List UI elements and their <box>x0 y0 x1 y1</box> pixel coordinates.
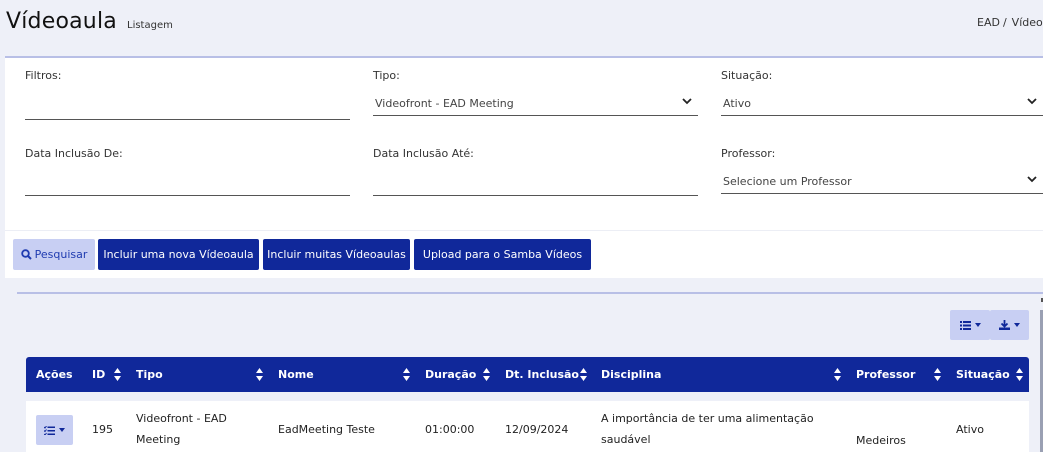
download-icon <box>999 320 1010 330</box>
column-header-tipo[interactable]: Tipo <box>136 357 163 392</box>
sort-icon[interactable] <box>114 368 121 381</box>
sort-icon[interactable] <box>403 368 410 381</box>
sort-icon[interactable] <box>934 368 941 381</box>
filter-actions: Pesquisar Incluir uma nova Vídeoaula Inc… <box>5 230 1043 278</box>
upload-samba-button-label: Upload para o Samba Vídeos <box>422 248 583 261</box>
cell-dt-inclusao: 12/09/2024 <box>505 423 569 436</box>
column-header-nome[interactable]: Nome <box>278 357 314 392</box>
filter-label-data-ate: Data Inclusão Até: <box>373 147 474 160</box>
professor-select[interactable]: Selecione um Professor <box>721 168 1043 194</box>
breadcrumb-separator: / <box>1002 16 1007 29</box>
caret-down-icon <box>1014 323 1020 327</box>
caret-down-icon <box>59 428 65 432</box>
situacao-select-value: Ativo <box>723 97 751 110</box>
chevron-down-icon <box>682 98 692 105</box>
add-video-button[interactable]: Incluir uma nova Vídeoaula <box>98 239 259 270</box>
search-button[interactable]: Pesquisar <box>13 239 95 270</box>
chevron-down-icon <box>1027 176 1037 183</box>
search-icon <box>20 249 32 260</box>
cell-professor: Medeiros <box>856 434 906 447</box>
sort-icon[interactable] <box>483 368 490 381</box>
situacao-select[interactable]: Ativo <box>721 90 1043 116</box>
cell-tipo: Videofront - EAD Meeting <box>136 412 227 446</box>
sort-icon[interactable] <box>1016 368 1023 381</box>
sort-icon[interactable] <box>256 368 263 381</box>
section-divider <box>17 292 1043 294</box>
list-icon <box>959 320 971 330</box>
filter-card: Filtros: Tipo: Videofront - EAD Meeting … <box>5 56 1043 278</box>
column-header-duracao[interactable]: Duração <box>425 357 476 392</box>
breadcrumb: EAD / Vídeo <box>977 16 1043 29</box>
cell-disciplina: A importância de ter uma alimentação sau… <box>601 412 814 446</box>
professor-select-value: Selecione um Professor <box>723 175 852 188</box>
column-header-id[interactable]: ID <box>92 357 105 392</box>
tipo-select-value: Videofront - EAD Meeting <box>375 97 514 110</box>
column-header-dt-inclusao[interactable]: Dt. Inclusão <box>505 357 579 392</box>
page-title: Vídeoaula <box>6 9 117 34</box>
columns-toggle-button[interactable] <box>950 310 990 340</box>
page-header: Vídeoaula Listagem EAD / Vídeo <box>0 0 1043 56</box>
sort-icon[interactable] <box>834 368 841 381</box>
row-actions-button[interactable] <box>36 415 73 445</box>
chevron-down-icon <box>1027 98 1037 105</box>
data-inclusao-ate-input[interactable] <box>373 170 698 196</box>
table-header: Ações ID Tipo Nome Duração Dt. Inclusão … <box>26 357 1029 392</box>
breadcrumb-item-video[interactable]: Vídeo <box>1012 16 1043 29</box>
sort-icon[interactable] <box>580 368 587 381</box>
add-video-button-label: Incluir uma nova Vídeoaula <box>103 248 254 261</box>
tasks-icon <box>44 425 55 435</box>
export-button[interactable] <box>990 310 1029 340</box>
table-row: 195 Videofront - EAD Meeting EadMeeting … <box>26 401 1029 452</box>
filter-label-data-de: Data Inclusão De: <box>25 147 123 160</box>
column-header-situacao[interactable]: Situação <box>956 357 1010 392</box>
page-subtitle: Listagem <box>127 20 173 31</box>
data-inclusao-de-input[interactable] <box>25 170 350 196</box>
cell-nome: EadMeeting Teste <box>278 423 375 436</box>
column-header-acoes: Ações <box>36 368 73 381</box>
filter-label-filtros: Filtros: <box>25 69 62 82</box>
filter-label-situacao: Situação: <box>721 69 773 82</box>
column-header-disciplina[interactable]: Disciplina <box>601 357 661 392</box>
add-many-videos-button-label: Incluir muitas Vídeoaulas <box>267 248 406 261</box>
caret-down-icon <box>974 323 981 327</box>
column-header-professor[interactable]: Professor <box>856 357 915 392</box>
breadcrumb-item-ead[interactable]: EAD <box>977 16 1000 29</box>
add-many-videos-button[interactable]: Incluir muitas Vídeoaulas <box>263 239 410 270</box>
cell-situacao: Ativo <box>956 423 984 436</box>
upload-samba-button[interactable]: Upload para o Samba Vídeos <box>414 239 591 270</box>
cell-id: 195 <box>92 423 113 436</box>
filter-label-tipo: Tipo: <box>373 69 400 82</box>
filtros-input[interactable] <box>25 94 350 120</box>
filter-label-professor: Professor: <box>721 147 776 160</box>
tipo-select[interactable]: Videofront - EAD Meeting <box>373 90 698 116</box>
cell-duracao: 01:00:00 <box>425 423 475 436</box>
search-button-label: Pesquisar <box>34 248 88 261</box>
